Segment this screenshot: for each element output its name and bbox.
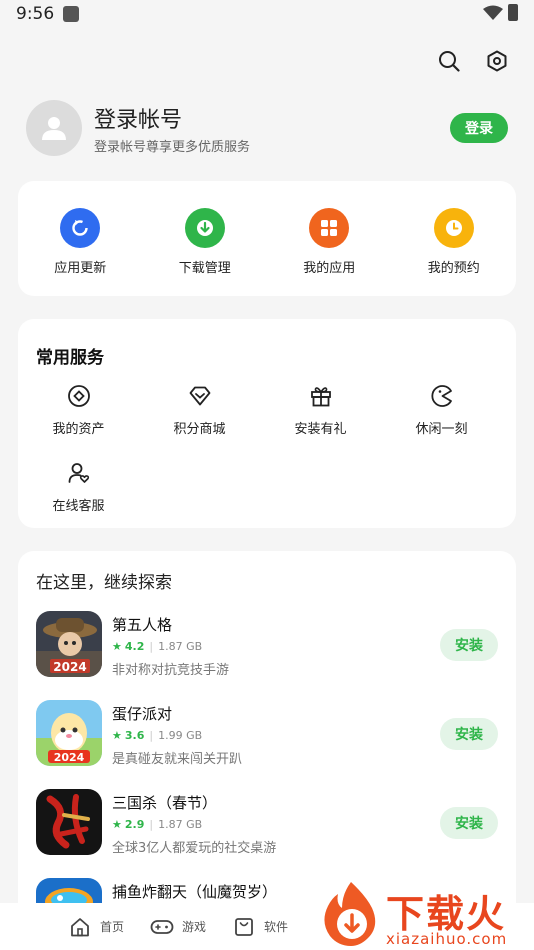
app-name: 捕鱼炸翻天（仙魔贺岁） (112, 883, 278, 901)
nav-item-games[interactable]: 游戏 (150, 915, 206, 939)
app-icon-identity-v: 2024 (36, 611, 102, 677)
avatar[interactable] (26, 100, 82, 156)
app-name: 三国杀（春节） (112, 794, 218, 812)
divider: | (149, 729, 154, 742)
wifi-icon (483, 5, 503, 25)
app-size: 1.99 GB (158, 729, 203, 742)
app-size: 1.87 GB (158, 818, 203, 831)
service-points-mall[interactable]: 积分商城 (139, 383, 260, 460)
quick-label: 我的应用 (303, 261, 356, 276)
service-label: 休闲一刻 (415, 422, 468, 437)
svg-text:2024: 2024 (54, 751, 85, 764)
gift-icon (308, 383, 334, 409)
download-icon (184, 208, 225, 248)
service-label: 我的资产 (52, 422, 105, 437)
coin-icon (66, 383, 92, 409)
star-icon: ★ (112, 729, 122, 742)
search-icon[interactable] (436, 48, 462, 74)
app-meta: ★ 4.2 | 1.87 GB (112, 640, 202, 653)
nav-label: 游戏 (182, 920, 207, 934)
quick-label: 应用更新 (54, 261, 107, 276)
app-row-eggy-party[interactable]: 2024 蛋仔派对 ★ 3.6 | 1.99 GB 是真碰友就来闯关开趴 安装 (36, 700, 498, 768)
nav-item-home[interactable]: 首页 (68, 915, 124, 939)
profile-title[interactable]: 登录帐号 (94, 102, 182, 134)
quick-item-download-manager[interactable]: 下载管理 (150, 208, 260, 276)
profile-subtitle: 登录帐号尊享更多优质服务 (94, 140, 251, 155)
services-card: 常用服务 我的资产 积分商城 安装有礼 休闲一刻 在线客服 (18, 319, 516, 528)
services-title: 常用服务 (36, 348, 104, 368)
app-rating: 4.2 (124, 640, 145, 653)
diamond-icon (187, 383, 213, 409)
app-icon-sanguosha (36, 789, 102, 855)
home-icon (68, 915, 92, 939)
app-meta: ★ 3.6 | 1.99 GB (112, 729, 202, 742)
nav-label: 首页 (100, 920, 125, 934)
flame-logo-icon (316, 878, 386, 948)
install-button[interactable]: 安装 (440, 629, 498, 661)
star-icon: ★ (112, 818, 122, 831)
login-button[interactable]: 登录 (450, 113, 508, 143)
service-online-support[interactable]: 在线客服 (18, 460, 139, 537)
star-icon: ★ (112, 640, 122, 653)
top-toolbar (436, 48, 510, 74)
service-label: 安装有礼 (294, 422, 347, 437)
app-icon-eggy-party: 2024 (36, 700, 102, 766)
app-description: 全球3亿人都爱玩的社交桌游 (112, 841, 277, 856)
app-name: 蛋仔派对 (112, 705, 173, 723)
divider: | (149, 640, 154, 653)
service-install-gift[interactable]: 安装有礼 (260, 383, 381, 460)
nav-label: 软件 (264, 920, 289, 934)
pacman-icon (429, 383, 455, 409)
notification-icon (63, 6, 79, 22)
quick-label: 下载管理 (178, 261, 231, 276)
bag-icon (232, 915, 256, 939)
app-description: 非对称对抗竞技手游 (112, 663, 230, 678)
service-leisure[interactable]: 休闲一刻 (381, 383, 502, 460)
grid-icon (309, 208, 350, 248)
clock-icon (433, 208, 474, 248)
settings-icon[interactable] (484, 48, 510, 74)
app-name: 第五人格 (112, 616, 173, 634)
app-size: 1.87 GB (158, 640, 203, 653)
status-bar: 9:56 (0, 0, 534, 30)
app-row-identity-v[interactable]: 2024 第五人格 ★ 4.2 | 1.87 GB 非对称对抗竞技手游 安装 (36, 611, 498, 679)
quick-item-my-apps[interactable]: 我的应用 (274, 208, 384, 276)
install-button[interactable]: 安装 (440, 807, 498, 839)
service-my-assets[interactable]: 我的资产 (18, 383, 139, 460)
quick-item-app-update[interactable]: 应用更新 (25, 208, 135, 276)
service-label: 在线客服 (52, 499, 105, 514)
support-icon (66, 460, 92, 486)
explore-title: 在这里，继续探索 (36, 573, 172, 593)
app-rating: 3.6 (124, 729, 145, 742)
gamepad-icon (150, 915, 174, 939)
divider: | (149, 818, 154, 831)
app-rating: 2.9 (124, 818, 145, 831)
quick-label: 我的预约 (427, 261, 480, 276)
refresh-icon (60, 208, 101, 248)
watermark-url: xiazaihuo.com (386, 930, 508, 948)
app-row-sanguosha[interactable]: 三国杀（春节） ★ 2.9 | 1.87 GB 全球3亿人都爱玩的社交桌游 安装 (36, 789, 498, 857)
status-time: 9:56 (16, 4, 55, 24)
service-label: 积分商城 (173, 422, 226, 437)
quick-actions-card: 应用更新 下载管理 我的应用 我的预约 (18, 181, 516, 296)
watermark-logo: 下载火 xiazaihuo.com (312, 878, 534, 950)
svg-text:2024: 2024 (53, 660, 86, 674)
profile-section: 登录帐号 登录帐号尊享更多优质服务 登录 (26, 100, 508, 160)
battery-icon (508, 4, 518, 21)
app-description: 是真碰友就来闯关开趴 (112, 752, 243, 767)
quick-item-my-reservations[interactable]: 我的预约 (399, 208, 509, 276)
install-button[interactable]: 安装 (440, 718, 498, 750)
nav-item-software[interactable]: 软件 (232, 915, 288, 939)
app-meta: ★ 2.9 | 1.87 GB (112, 818, 202, 831)
